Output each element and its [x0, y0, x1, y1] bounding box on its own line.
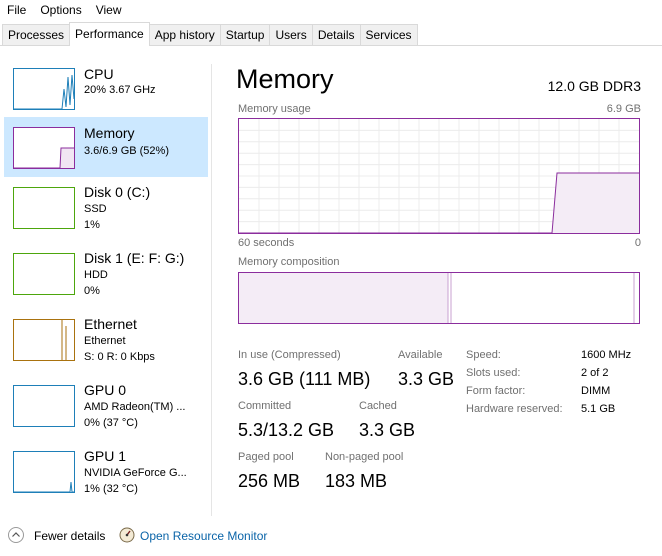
ethernet-thumbnail-graph: [13, 319, 75, 361]
disk-0-thumbnail-graph: [13, 187, 75, 229]
sidebar-item-detail: 3.6/6.9 GB (52%): [84, 145, 169, 157]
form-factor-value: DIMM: [581, 385, 611, 397]
menu-view[interactable]: View: [96, 3, 122, 17]
fewer-details-button[interactable]: Fewer details: [34, 529, 105, 543]
sidebar-item-label: Disk 1 (E: F: G:): [84, 250, 185, 266]
speed-value: 1600 MHz: [581, 349, 632, 361]
memory-usage-graph: [238, 118, 640, 234]
sidebar-item-disk-0[interactable]: Disk 0 (C:) SSD 1%: [4, 182, 208, 242]
sidebar-item-detail: HDD: [84, 269, 108, 281]
tab-services[interactable]: Services: [359, 24, 418, 45]
gpu-0-thumbnail-graph: [13, 385, 75, 427]
menu-options[interactable]: Options: [40, 3, 81, 17]
sidebar-item-detail: 0% (37 °C): [84, 417, 138, 429]
paged-pool-label: Paged pool: [238, 451, 294, 463]
sidebar-item-cpu[interactable]: CPU 20% 3.67 GHz: [4, 64, 208, 124]
tab-performance[interactable]: Performance: [69, 22, 150, 46]
gpu-1-thumbnail-graph: [13, 451, 75, 493]
sidebar-item-label: GPU 0: [84, 382, 127, 398]
committed-value: 5.3/13.2 GB: [238, 420, 335, 440]
committed-label: Committed: [238, 400, 292, 412]
non-paged-pool-label: Non-paged pool: [325, 451, 404, 463]
sidebar-item-detail: 0%: [84, 285, 100, 297]
composition-label: Memory composition: [238, 256, 340, 268]
speed-label: Speed:: [466, 349, 501, 361]
sidebar-item-detail: 1%: [84, 219, 100, 231]
sidebar-item-label: CPU: [84, 66, 114, 82]
tab-startup[interactable]: Startup: [219, 24, 271, 45]
tab-processes[interactable]: Processes: [2, 24, 71, 45]
sidebar-item-disk-1[interactable]: Disk 1 (E: F: G:) HDD 0%: [4, 248, 208, 308]
menu-file[interactable]: File: [7, 3, 26, 17]
bottom-bar: Fewer details Open Resource Monitor: [0, 522, 662, 556]
sidebar-item-gpu-1[interactable]: GPU 1 NVIDIA GeForce G... 1% (32 °C): [4, 446, 208, 506]
usage-graph-max: 6.9 GB: [606, 103, 641, 115]
memory-thumbnail-graph: [13, 127, 75, 169]
tab-strip: Processes Performance App history Startu…: [0, 22, 662, 46]
usage-time-now: 0: [634, 237, 641, 249]
available-label: Available: [398, 349, 443, 361]
sidebar-item-ethernet[interactable]: Ethernet Ethernet S: 0 R: 0 Kbps: [4, 314, 208, 374]
open-resource-monitor-link[interactable]: Open Resource Monitor: [140, 529, 267, 543]
slots-label: Slots used:: [466, 367, 521, 379]
cached-value: 3.3 GB: [359, 420, 416, 440]
sidebar-item-detail: Ethernet: [84, 335, 126, 347]
memory-composition-bar: [238, 272, 640, 324]
sidebar-item-detail: 1% (32 °C): [84, 483, 138, 495]
sidebar-item-detail: 20% 3.67 GHz: [84, 84, 156, 96]
hardware-reserved-label: Hardware reserved:: [466, 403, 563, 415]
menu-bar: File Options View: [0, 0, 662, 20]
disk-1-thumbnail-graph: [13, 253, 75, 295]
tab-app-history[interactable]: App history: [148, 24, 221, 45]
slots-value: 2 of 2: [581, 367, 609, 379]
page-title: Memory: [236, 64, 334, 94]
sidebar-item-gpu-0[interactable]: GPU 0 AMD Radeon(TM) ... 0% (37 °C): [4, 380, 208, 440]
chevron-up-icon[interactable]: [8, 527, 24, 543]
in-use-value: 3.6 GB (111 MB): [238, 369, 371, 389]
sidebar-item-label: Ethernet: [84, 316, 137, 332]
tab-users[interactable]: Users: [269, 24, 313, 45]
usage-time-span: 60 seconds: [238, 237, 295, 249]
sidebar-item-detail: NVIDIA GeForce G...: [84, 467, 187, 479]
sidebar-item-label: GPU 1: [84, 448, 127, 464]
cpu-thumbnail-graph: [13, 68, 75, 110]
memory-type: 12.0 GB DDR3: [547, 78, 641, 94]
performance-sidebar: CPU 20% 3.67 GHz Memory 3.6/6.9 GB (52%)…: [0, 64, 212, 516]
sidebar-item-detail: AMD Radeon(TM) ...: [84, 401, 186, 413]
paged-pool-value: 256 MB: [238, 471, 301, 491]
sidebar-item-detail: S: 0 R: 0 Kbps: [84, 351, 155, 363]
sidebar-item-label: Memory: [84, 125, 135, 141]
hardware-reserved-value: 5.1 GB: [581, 403, 616, 415]
sidebar-item-label: Disk 0 (C:): [84, 184, 151, 200]
sidebar-item-detail: SSD: [84, 203, 107, 215]
form-factor-label: Form factor:: [466, 385, 526, 397]
in-use-label: In use (Compressed): [238, 349, 341, 361]
sidebar-item-memory[interactable]: Memory 3.6/6.9 GB (52%): [4, 117, 208, 177]
usage-graph-label: Memory usage: [238, 103, 311, 115]
cached-label: Cached: [359, 400, 397, 412]
resource-monitor-icon[interactable]: [119, 527, 135, 543]
available-value: 3.3 GB: [398, 369, 455, 389]
non-paged-pool-value: 183 MB: [325, 471, 388, 491]
tab-details[interactable]: Details: [311, 24, 361, 45]
